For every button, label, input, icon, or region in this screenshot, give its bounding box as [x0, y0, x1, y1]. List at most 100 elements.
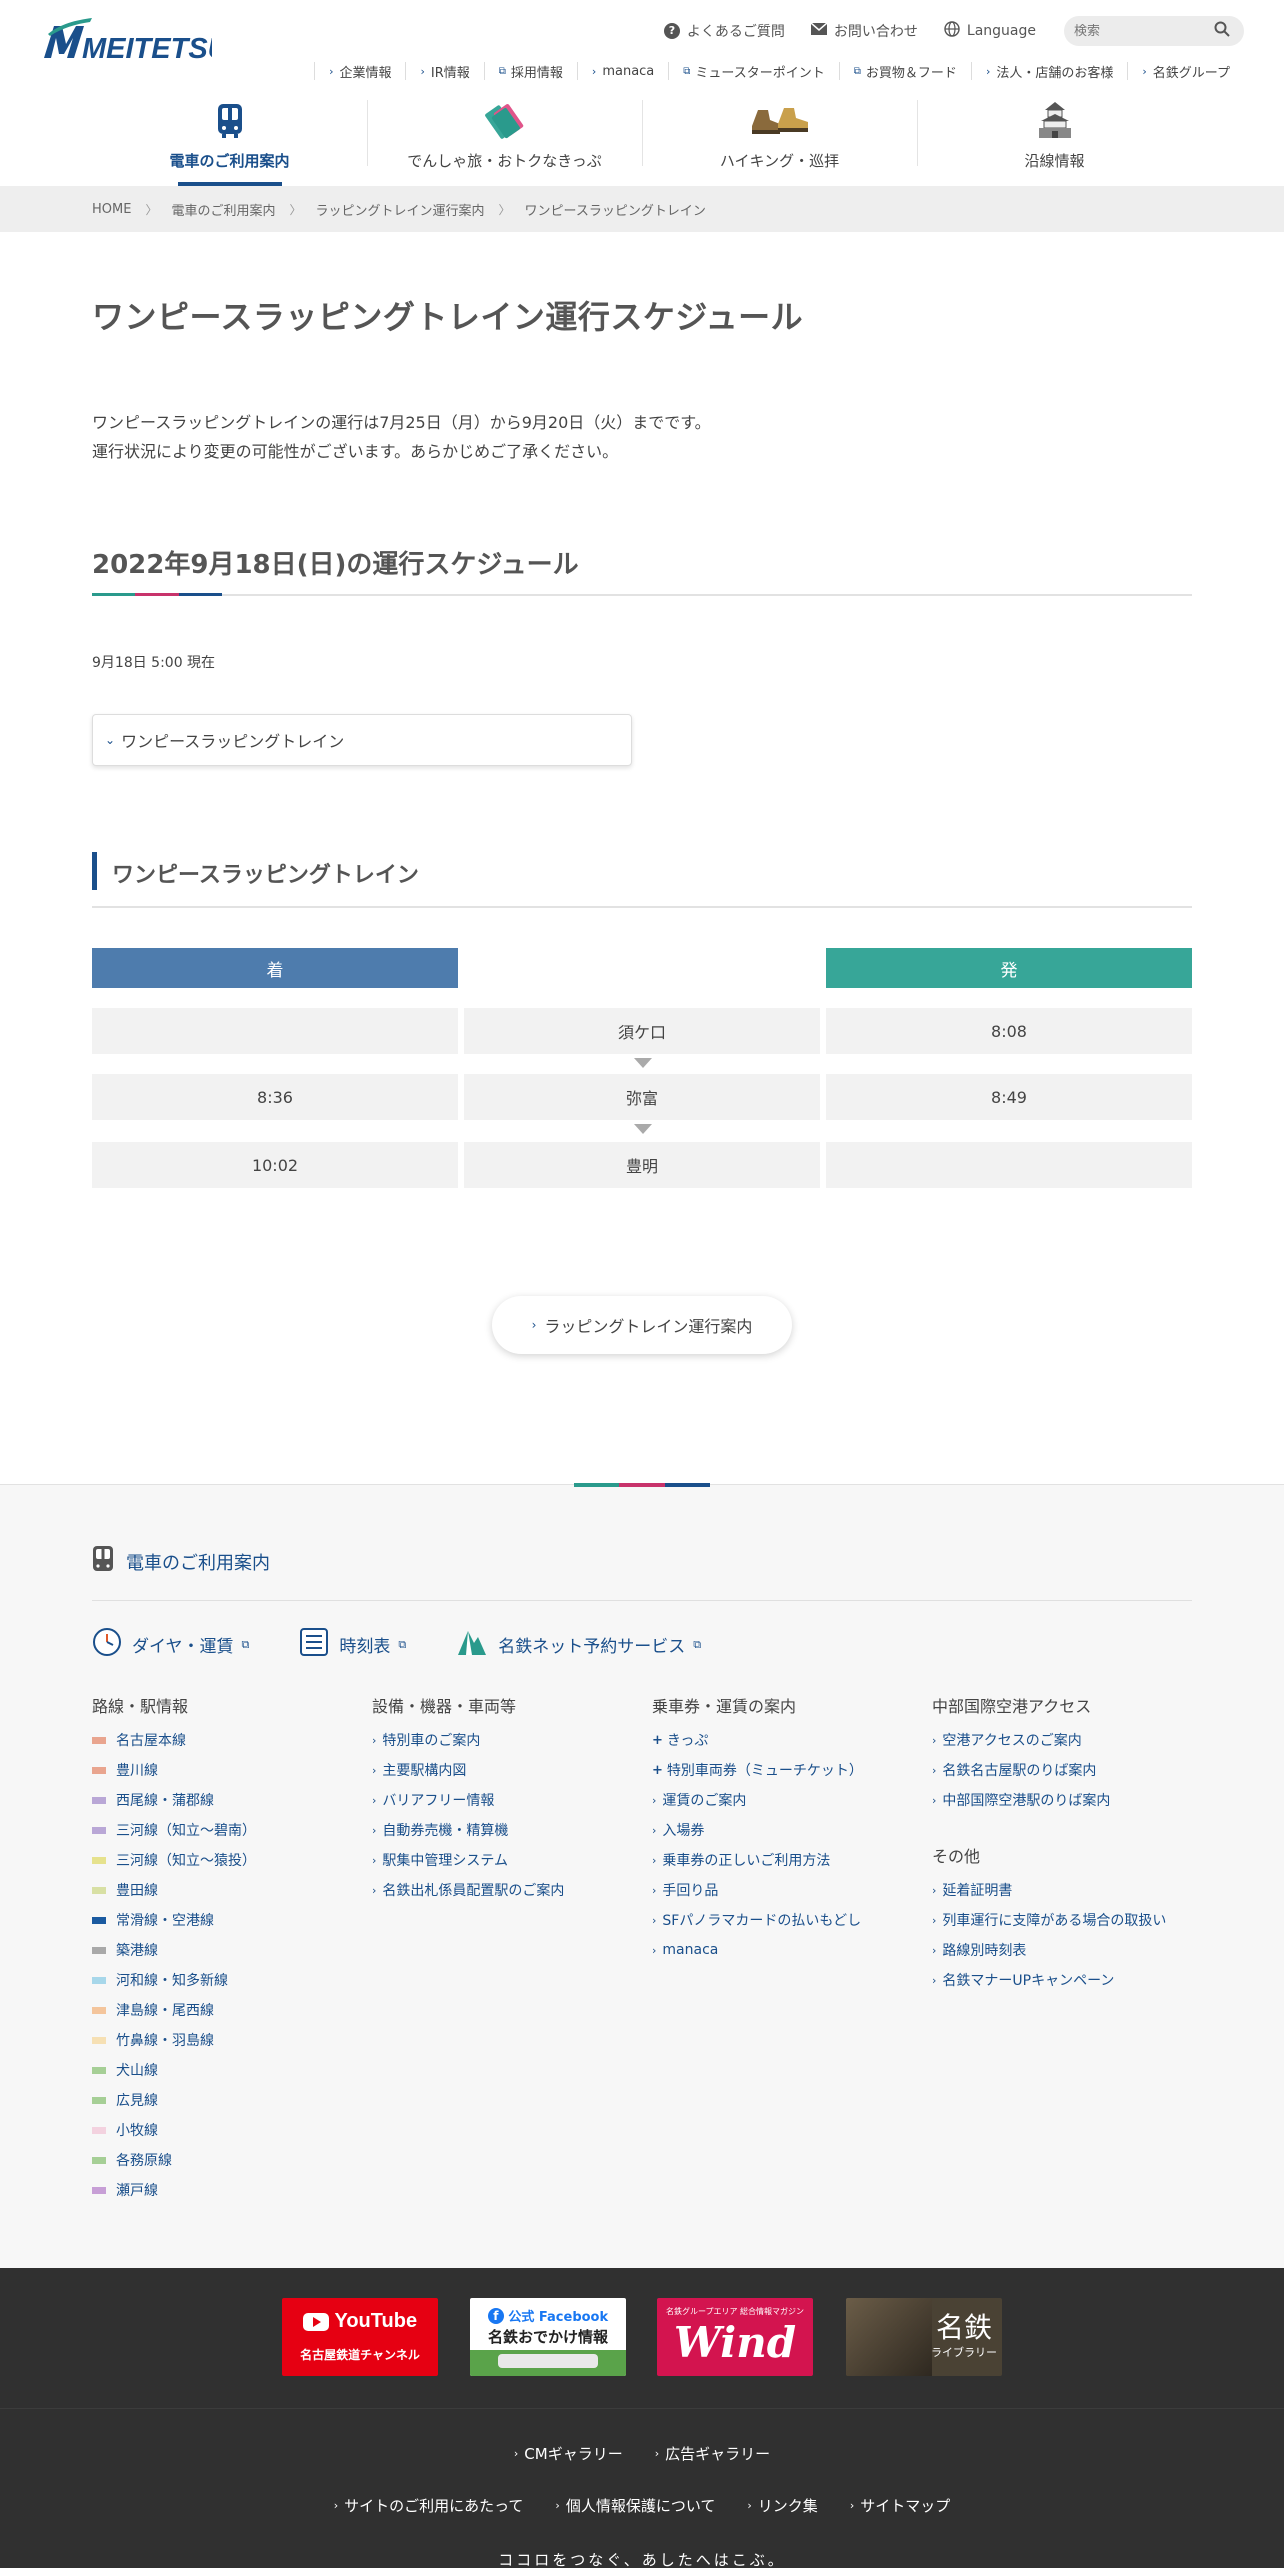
facility-link[interactable]: › 駅集中管理システム: [372, 1845, 632, 1875]
line-link[interactable]: 名古屋本線: [92, 1725, 352, 1755]
airport-link[interactable]: › 中部国際空港駅のりば案内: [932, 1785, 1192, 1815]
privacy-link[interactable]: › 個人情報保護について: [555, 2495, 715, 2516]
youtube-banner[interactable]: YouTube 名古屋鉄道チャンネル: [282, 2298, 438, 2376]
search-icon[interactable]: [1214, 21, 1230, 41]
net-reservation-link[interactable]: 名鉄ネット予約サービス ⧉: [456, 1627, 701, 1662]
facility-link[interactable]: › 自動券売機・精算機: [372, 1815, 632, 1845]
subnav-group[interactable]: › 名鉄グループ: [1127, 62, 1244, 81]
line-link[interactable]: 河和線・知多新線: [92, 1965, 352, 1995]
line-link[interactable]: 津島線・尾西線: [92, 1995, 352, 2025]
facility-link[interactable]: › 主要駅構内図: [372, 1755, 632, 1785]
link-label: 中部国際空港駅のりば案内: [942, 1793, 1111, 1809]
line-label: 常滑線・空港線: [116, 1913, 214, 1929]
links-page-link[interactable]: › リンク集: [747, 2495, 817, 2516]
subnav-ir[interactable]: › IR情報: [405, 62, 483, 81]
link-label: サイトマップ: [860, 2497, 951, 2515]
chevron-right-icon: ›: [372, 1763, 377, 1777]
ticket-link[interactable]: + 特別車両券（ミューチケット）: [652, 1755, 912, 1785]
chevron-right-icon: ›: [932, 1763, 937, 1777]
title-accent-bar: [92, 593, 222, 596]
line-link[interactable]: 西尾線・蒲郡線: [92, 1785, 352, 1815]
nav-train-guide[interactable]: 電車のご利用案内: [92, 96, 367, 186]
line-link[interactable]: 豊田線: [92, 1875, 352, 1905]
train-select-dropdown[interactable]: ⌄ ワンピースラッピングトレイン: [92, 714, 632, 766]
nav-hiking[interactable]: ハイキング・巡拝: [642, 96, 917, 186]
external-link-icon: ⧉: [241, 1637, 250, 1651]
other-link[interactable]: › 延着証明書: [932, 1875, 1192, 1905]
chevron-right-icon: ›: [932, 1883, 937, 1897]
ticket-link[interactable]: › 運賃のご案内: [652, 1785, 912, 1815]
terms-link[interactable]: › サイトのご利用にあたって: [334, 2495, 524, 2516]
footer-bottom-row-1: › CMギャラリー › 広告ギャラリー: [0, 2443, 1284, 2464]
breadcrumb-home[interactable]: HOME: [92, 202, 131, 217]
line-link[interactable]: 竹鼻線・羽島線: [92, 2025, 352, 2055]
chevron-down-icon: ⌄: [105, 733, 116, 747]
chevron-right-icon: ›: [652, 1913, 657, 1927]
line-link[interactable]: 広見線: [92, 2085, 352, 2115]
line-link[interactable]: 小牧線: [92, 2115, 352, 2145]
ticket-link[interactable]: + きっぷ: [652, 1725, 912, 1755]
ad-gallery-link[interactable]: › 広告ギャラリー: [655, 2443, 770, 2464]
line-link[interactable]: 瀬戸線: [92, 2175, 352, 2205]
line-link[interactable]: 犬山線: [92, 2055, 352, 2085]
chevron-right-icon: ›: [531, 1318, 537, 1332]
faq-link[interactable]: ? よくあるご質問: [663, 21, 785, 41]
airport-link[interactable]: › 名鉄名古屋駅のりば案内: [932, 1755, 1192, 1785]
wrapping-train-guide-button[interactable]: › ラッピングトレイン運行案内: [492, 1296, 792, 1354]
subnav-mustar[interactable]: ⧉ ミュースターポイント: [668, 62, 839, 81]
sitemap-link[interactable]: › サイトマップ: [850, 2495, 950, 2516]
line-link[interactable]: 築港線: [92, 1935, 352, 1965]
language-link[interactable]: Language: [944, 21, 1036, 41]
facility-link[interactable]: › バリアフリー情報: [372, 1785, 632, 1815]
link-label: 路線別時刻表: [942, 1943, 1027, 1959]
meitetsu-logo[interactable]: MEITETSU: [40, 14, 230, 66]
contact-link[interactable]: お問い合わせ: [810, 21, 918, 41]
nav-area-info[interactable]: 沿線情報: [917, 96, 1192, 186]
footer-title[interactable]: 電車のご利用案内: [126, 1549, 270, 1575]
ticket-link[interactable]: › manaca: [652, 1935, 912, 1965]
subnav-corporate[interactable]: › 企業情報: [314, 62, 405, 81]
ticket-link[interactable]: › SFパノラマカードの払いもどし: [652, 1905, 912, 1935]
facility-link[interactable]: › 名鉄出札係員配置駅のご案内: [372, 1875, 632, 1905]
subnav-shopping[interactable]: ⧉ お買物＆フード: [838, 62, 971, 81]
subnav-recruit[interactable]: ⧉ 採用情報: [483, 62, 577, 81]
timetable-row: 10:02 豊明: [92, 1142, 1192, 1188]
diagram-fare-link[interactable]: ダイヤ・運賃 ⧉: [92, 1627, 249, 1662]
line-link[interactable]: 三河線（知立〜猿投）: [92, 1845, 352, 1875]
other-link[interactable]: › 列車運行に支障がある場合の取扱い: [932, 1905, 1192, 1935]
col-heading: 設備・機器・車両等: [372, 1697, 517, 1716]
line-link[interactable]: 三河線（知立〜碧南）: [92, 1815, 352, 1845]
other-link[interactable]: › 路線別時刻表: [932, 1935, 1192, 1965]
timetable-link[interactable]: 時刻表 ⧉: [299, 1627, 406, 1662]
timetable-row: 8:36 弥富 8:49: [92, 1074, 1192, 1120]
search-input[interactable]: [1074, 23, 1214, 39]
line-label: 犬山線: [116, 2063, 158, 2079]
wind-magazine-banner[interactable]: 名鉄グループエリア 総合情報マガジン Wind: [657, 2298, 813, 2376]
subnav-business[interactable]: › 法人・店舗のお客様: [970, 62, 1127, 81]
site-footer: 電車のご利用案内 ダイヤ・運賃 ⧉ 時刻表 ⧉ 名鉄ネット予約サービス ⧉ 路線…: [0, 1483, 1284, 2268]
cm-gallery-link[interactable]: › CMギャラリー: [514, 2443, 623, 2464]
nav-tickets[interactable]: でんしゃ旅・おトクなきっぷ: [367, 96, 642, 186]
external-link-icon: ⧉: [498, 65, 506, 77]
depart-time: [826, 1142, 1192, 1188]
ticket-link[interactable]: › 入場券: [652, 1815, 912, 1845]
line-link[interactable]: 豊川線: [92, 1755, 352, 1785]
ticket-link[interactable]: › 手回り品: [652, 1875, 912, 1905]
line-color-swatch: [92, 1946, 106, 1954]
link-label: 入場券: [662, 1823, 705, 1839]
facility-link[interactable]: › 特別車のご案内: [372, 1725, 632, 1755]
subnav-manaca[interactable]: › manaca: [576, 62, 668, 80]
link-label: 延着証明書: [942, 1883, 1013, 1899]
arrive-time: 10:02: [92, 1142, 458, 1188]
line-link[interactable]: 常滑線・空港線: [92, 1905, 352, 1935]
line-link[interactable]: 各務原線: [92, 2145, 352, 2175]
breadcrumb-train-guide[interactable]: 電車のご利用案内: [171, 200, 275, 219]
facebook-banner[interactable]: f 公式 Facebook 名鉄おでかけ情報: [470, 2298, 626, 2376]
ticket-link[interactable]: › 乗車券の正しいご利用方法: [652, 1845, 912, 1875]
breadcrumb-wrapping-train[interactable]: ラッピングトレイン運行案内: [316, 200, 485, 219]
station-name: 豊明: [464, 1142, 820, 1188]
airport-link[interactable]: › 空港アクセスのご案内: [932, 1725, 1192, 1755]
other-link[interactable]: › 名鉄マナーUPキャンペーン: [932, 1965, 1192, 1995]
link-label: CMギャラリー: [524, 2445, 623, 2463]
meitetsu-library-banner[interactable]: 名鉄 ライブラリー: [846, 2298, 1002, 2376]
